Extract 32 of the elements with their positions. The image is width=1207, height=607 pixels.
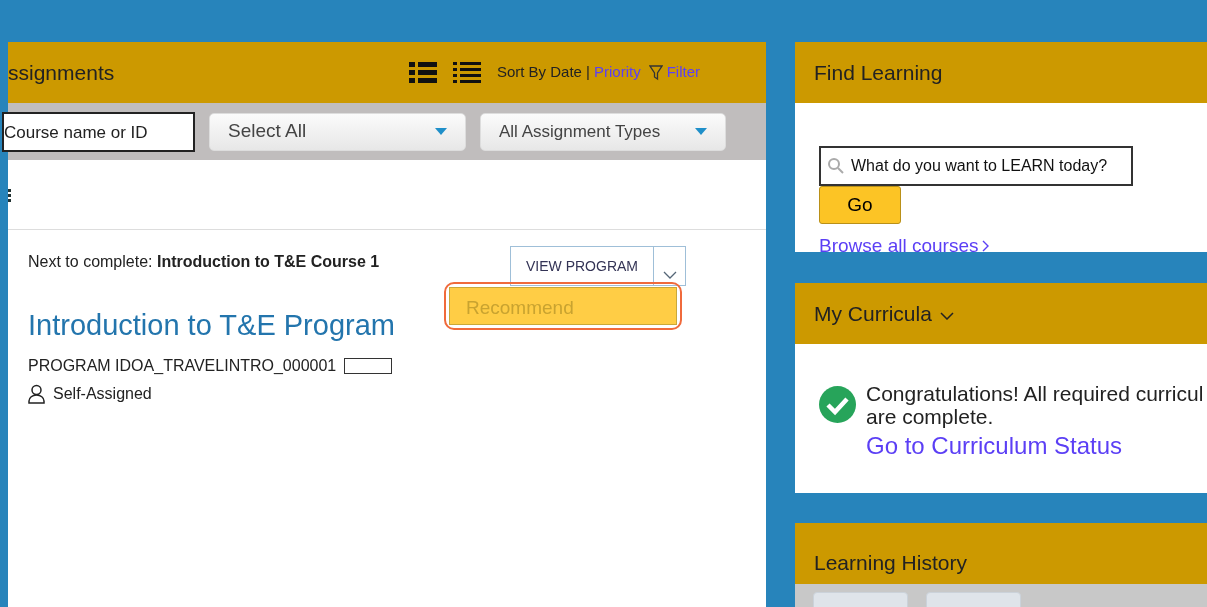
go-button[interactable]: Go	[819, 186, 901, 224]
learn-search-field[interactable]: What do you want to LEARN today?	[819, 146, 1133, 186]
search-icon	[827, 157, 845, 175]
code-tag	[344, 357, 393, 374]
program-code: PROGRAM IDOA_TRAVELINTRO_000001	[28, 355, 337, 376]
search-field[interactable]: Course name or ID	[2, 111, 195, 152]
panel-title: ssignments	[8, 59, 115, 86]
caret-icon	[435, 128, 447, 135]
compact-list-icon[interactable]	[452, 61, 481, 84]
next-course-text: Next to complete: Introduction to T&E Course 1	[28, 252, 381, 272]
status-dropdown[interactable]: Select All	[209, 112, 466, 151]
type-dropdown[interactable]: All Assignment Types	[480, 112, 726, 151]
list-view-icon[interactable]	[408, 61, 437, 84]
assigned-label: Self-Assigned	[53, 383, 152, 404]
caret-icon	[695, 128, 707, 135]
card-title: My Curricula	[814, 300, 932, 327]
success-message: Congratulations! All required curricul are complete.	[866, 382, 1204, 429]
caret-button[interactable]	[654, 246, 686, 286]
caret-icon	[662, 271, 677, 279]
browse-courses-link[interactable]: Browse all courses	[819, 236, 979, 252]
view-program-button[interactable]: VIEW PROGRAM	[510, 246, 654, 286]
caret-icon[interactable]	[939, 311, 954, 320]
filter-icon[interactable]	[648, 64, 663, 81]
curriculum-status-link[interactable]: Go to Curriculum Status	[866, 432, 1123, 460]
chevron-icon	[982, 239, 991, 252]
card-title: Learning History	[814, 549, 967, 576]
sort-label: Sort By Date |	[496, 62, 590, 83]
program-title-link[interactable]: Introduction to T&E Program	[28, 304, 395, 348]
card-title: Find Learning	[814, 59, 943, 86]
more-icon[interactable]	[8, 187, 12, 202]
person-icon	[28, 383, 45, 404]
check-circle-icon	[819, 386, 856, 423]
